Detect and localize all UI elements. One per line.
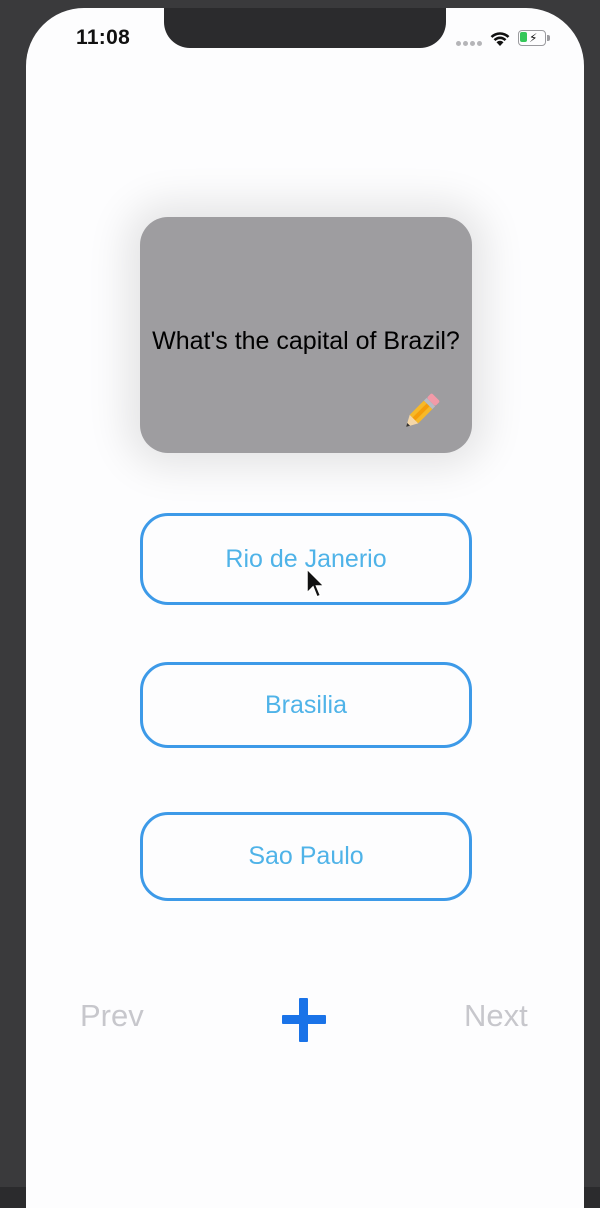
mouse-cursor-icon [306,568,326,598]
cellular-signal-icon [456,41,486,47]
battery-icon: ⚡ [518,30,552,48]
answer-button-sao-paulo[interactable]: Sao Paulo [140,812,472,901]
status-time: 11:08 [76,26,131,49]
wifi-icon [490,32,510,46]
question-card[interactable]: What's the capital of Brazil? [140,217,472,453]
next-button[interactable]: Next [464,998,528,1034]
prev-button[interactable]: Prev [80,998,144,1034]
pencil-icon[interactable] [398,389,444,435]
device-frame: 11:08 ⚡ What's the capital of Brazil? Ri… [0,0,600,1208]
question-text: What's the capital of Brazil? [152,327,460,355]
answer-label: Brasilia [265,690,347,719]
battery-level-fill [520,32,527,42]
device-notch [164,8,446,48]
charging-bolt-icon: ⚡ [529,31,538,45]
app-screen: 11:08 ⚡ What's the capital of Brazil? Ri… [26,8,584,1208]
add-card-button[interactable] [278,994,330,1046]
answer-label: Sao Paulo [248,842,364,870]
answer-button-brasilia[interactable]: Brasilia [140,662,472,748]
